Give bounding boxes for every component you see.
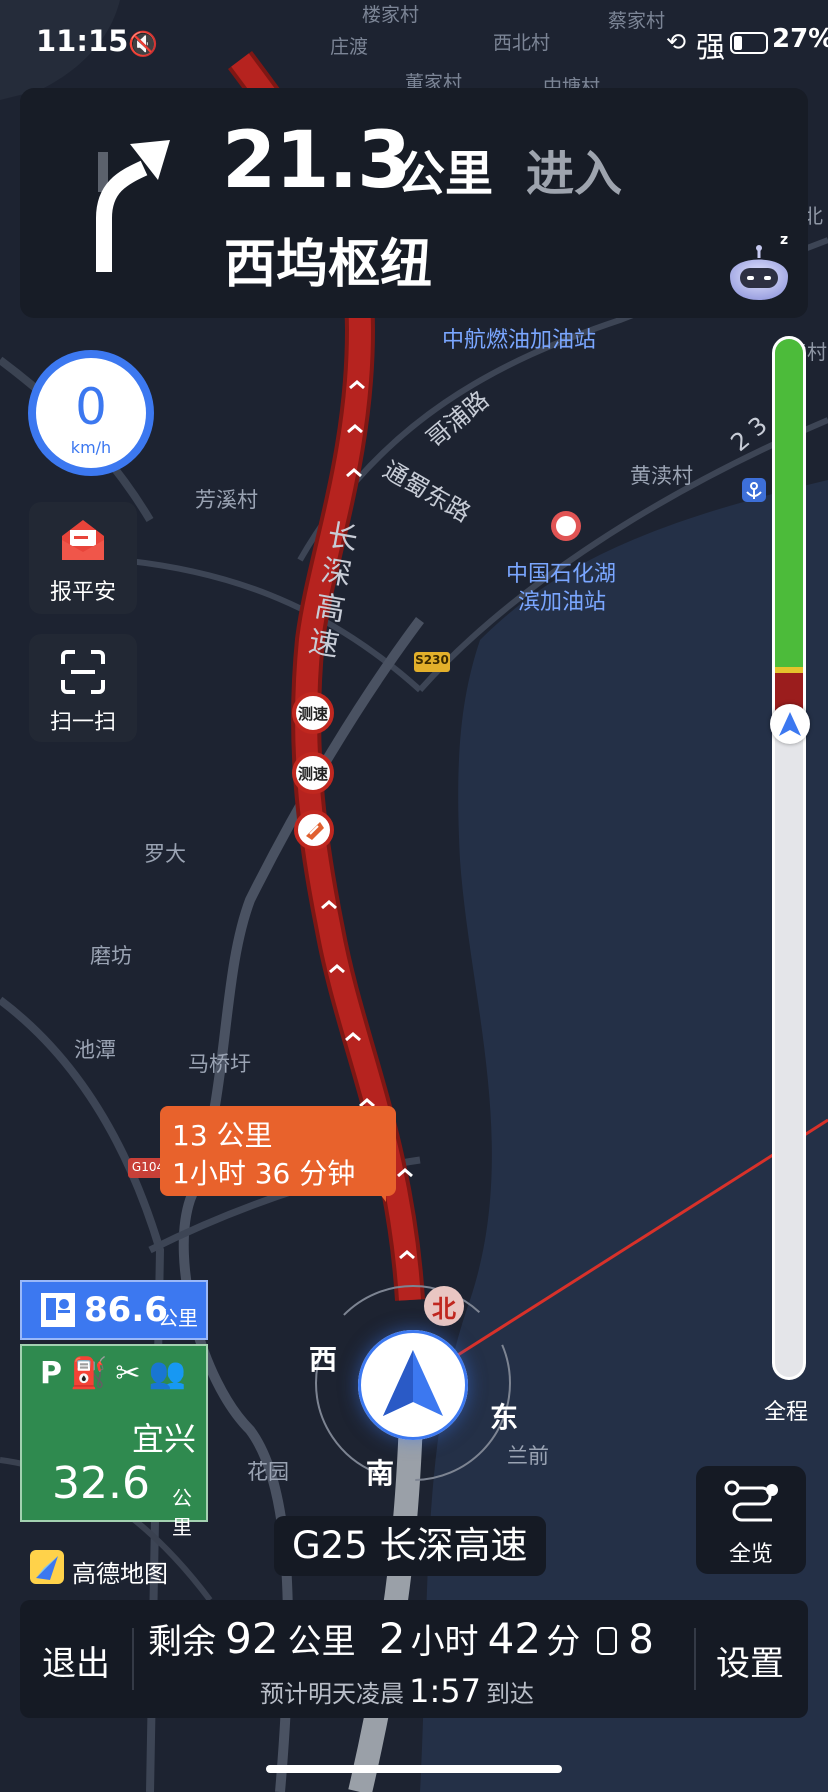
svg-text:z: z (780, 236, 788, 248)
speed-unit: km/h (70, 438, 112, 457)
compass-north: 北 (424, 1286, 464, 1326)
exit-button[interactable]: 退出 (42, 1636, 110, 1685)
current-road-name: G25 长深高速 (274, 1516, 546, 1576)
map-label-place: 黄渎村 (630, 464, 693, 488)
map-label-place: 芳溪村 (195, 488, 258, 512)
compass-east: 东 (490, 1401, 519, 1434)
scan-icon (61, 650, 105, 694)
scan-label: 扫一扫 (49, 710, 116, 735)
brand-name: 高德地图 (72, 1560, 168, 1588)
voice-assistant-icon[interactable]: z (724, 232, 794, 300)
status-signal: 强 (696, 30, 726, 64)
divider (132, 1628, 134, 1690)
remaining-km-unit: 公里 (287, 1622, 356, 1662)
route-overview-icon (724, 1480, 778, 1522)
compass-west: 西 (309, 1343, 338, 1376)
progress-position-marker (770, 704, 810, 744)
map-label-place: 池潭 (74, 1038, 116, 1062)
next-service-area[interactable]: 86.6 公里 (20, 1280, 208, 1340)
map-label-place: 花园 (247, 1460, 289, 1484)
turn-action: 进入 (526, 146, 623, 202)
turn-distance: 21.3 (222, 116, 411, 206)
next-service-distance: 86.6 (84, 1290, 168, 1330)
map-label-place: 磨坊 (90, 944, 132, 968)
next-service-unit: 公里 (158, 1306, 198, 1330)
home-indicator[interactable] (266, 1765, 562, 1773)
navigation-screen: 楼家村 庄渡 西北村 董家村 中塘村 蔡家村 中航燃油加油站 芳溪村 黄渎村 罗… (0, 0, 828, 1792)
divider (694, 1628, 696, 1690)
map-label-place: 庄渡 (330, 36, 369, 58)
speed-value: 0 (75, 378, 107, 436)
map-label-place: 罗大 (144, 842, 186, 866)
compass-south: 南 (366, 1457, 395, 1490)
arrival-suffix: 到达 (486, 1680, 535, 1708)
overview-button[interactable]: 全览 (696, 1466, 806, 1574)
speed-camera-icon[interactable]: 测速 (292, 692, 334, 734)
map-label-place: 兰前 (507, 1444, 549, 1468)
service-area-name: 宜兴 (131, 1420, 196, 1458)
traffic-light-icon (597, 1627, 618, 1655)
turn-right-arrow-icon (96, 140, 170, 272)
callout-distance: 13 公里 (172, 1119, 273, 1152)
battery-icon (730, 32, 768, 54)
remaining-summary: 剩余 92 公里 2 小时 42 分 8 (148, 1614, 688, 1664)
mute-icon: 🔇 (128, 30, 158, 58)
route-progress-bar (772, 336, 806, 1380)
car-position-marker (358, 1330, 468, 1440)
warning-sign-icon[interactable] (294, 810, 334, 850)
remaining-minutes: 42 (487, 1614, 542, 1663)
map-label-place: 马桥圩 (188, 1052, 251, 1076)
map-label-place: 西北村 (493, 32, 551, 54)
map-label-place: 楼家村 (362, 4, 420, 26)
overview-label: 全览 (728, 1542, 773, 1567)
car-arrow-icon (383, 1350, 443, 1416)
map-label-place: 蔡家村 (608, 10, 666, 32)
map-label-poi: 滨加油站 (518, 590, 607, 615)
speedometer: 0 km/h (28, 350, 154, 476)
route-alt-callout[interactable]: 13 公里 1小时 36 分钟 (160, 1106, 396, 1202)
remaining-label: 剩余 (148, 1622, 216, 1662)
map-label-poi: 中航燃油加油站 (442, 328, 597, 353)
arrival-time: 1:57 (409, 1672, 481, 1710)
car-arrow-icon (779, 712, 801, 736)
report-safe-label: 报平安 (49, 580, 116, 605)
settings-button[interactable]: 设置 (716, 1636, 784, 1685)
service-icon (41, 1293, 75, 1327)
restaurant-icon: ✂ (115, 1356, 141, 1391)
arrival-prefix: 预计明天凌晨 (260, 1680, 404, 1708)
callout-pointer (374, 1186, 386, 1202)
turn-destination: 西坞枢纽 (224, 235, 433, 295)
restroom-icon: 👥 (148, 1356, 186, 1391)
hotspot-icon: ⟲ (666, 28, 687, 56)
service-facility-icons: P ⛽ ✂ 👥 (40, 1356, 200, 1400)
service-area-unit: 公里 (172, 1486, 192, 1539)
speed-camera-icon[interactable]: 测速 (292, 752, 334, 794)
traffic-light-count: 8 (628, 1617, 654, 1663)
fuel-icon: ⛽ (70, 1356, 108, 1391)
callout-time: 1小时 36 分钟 (172, 1157, 356, 1190)
remaining-hours: 2 (378, 1614, 406, 1663)
arrival-estimate: 预计明天凌晨 1:57 到达 (260, 1672, 534, 1710)
remaining-hours-unit: 小时 (410, 1622, 479, 1662)
amap-logo-icon (30, 1550, 64, 1584)
remaining-minutes-unit: 分 (546, 1622, 581, 1662)
envelope-icon (62, 520, 104, 560)
status-time: 11:15 (36, 24, 129, 58)
service-area-sign[interactable]: P ⛽ ✂ 👥 宜兴 32.6 公里 (20, 1344, 208, 1539)
traffic-clear-segment (775, 339, 803, 667)
progress-label: 全程 (764, 1400, 809, 1425)
road-shield-s230: S230 (415, 653, 449, 667)
turn-distance-unit: 公里 (397, 146, 494, 202)
parking-icon: P (40, 1356, 62, 1391)
remaining-km: 92 (225, 1614, 279, 1663)
report-safe-button[interactable]: 报平安 (29, 502, 137, 614)
service-area-distance: 32.6 (52, 1458, 150, 1509)
status-battery: 27% (772, 24, 828, 54)
scan-button[interactable]: 扫一扫 (29, 634, 137, 742)
